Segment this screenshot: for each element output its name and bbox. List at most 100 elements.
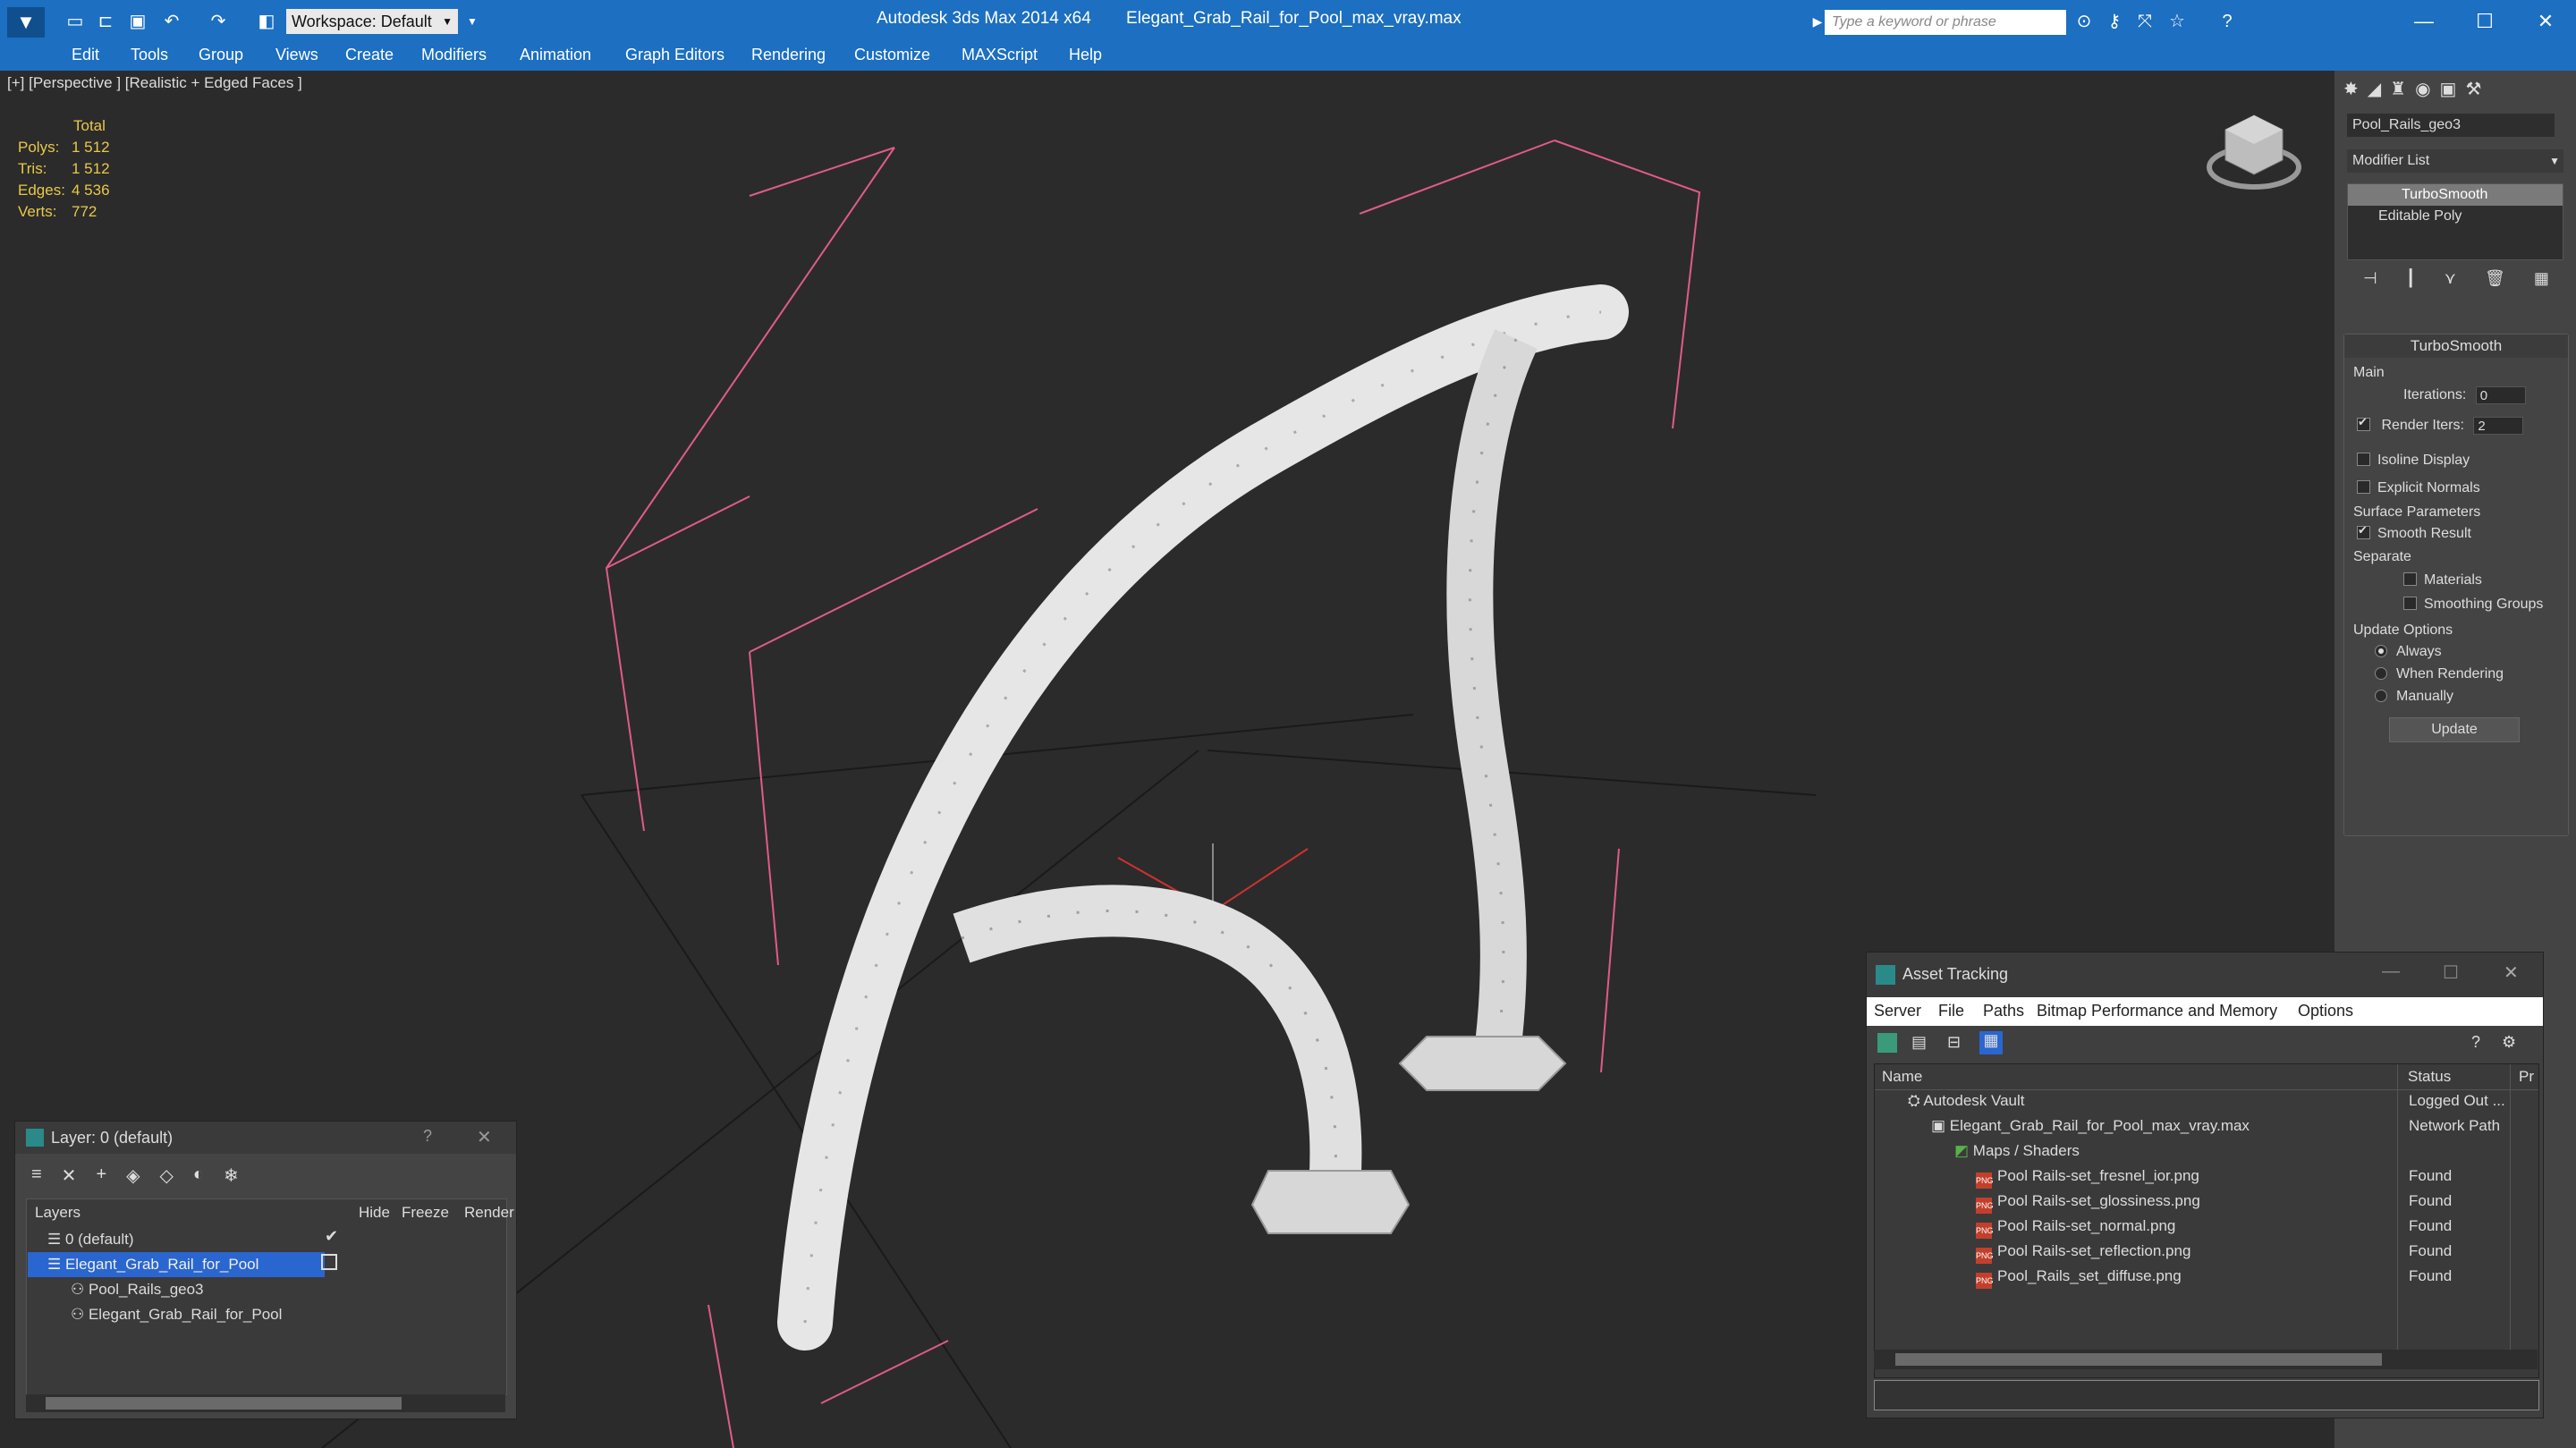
- layer-row[interactable]: ☰ 0 (default): [47, 1227, 134, 1252]
- refresh-icon[interactable]: [1877, 1033, 1897, 1053]
- menu-options[interactable]: Options: [2298, 1002, 2353, 1020]
- motion-tab-icon[interactable]: ◉: [2415, 78, 2430, 106]
- menu-group[interactable]: Group: [199, 46, 243, 64]
- hide-all-icon[interactable]: ◐: [193, 1164, 204, 1187]
- isoline-display-option[interactable]: Isoline Display: [2357, 453, 2470, 469]
- create-tab-icon[interactable]: ✸: [2343, 78, 2359, 106]
- modifier-list-dropdown[interactable]: Modifier List ▼: [2347, 149, 2563, 173]
- asset-row[interactable]: PNG Pool Rails-set_normal.png Found: [1876, 1214, 2532, 1239]
- col-status[interactable]: Status: [2408, 1068, 2451, 1086]
- layer-row-selected[interactable]: ☰ Elegant_Grab_Rail_for_Pool: [28, 1252, 325, 1277]
- explicit-normals-checkbox[interactable]: [2357, 480, 2370, 494]
- minimize-button[interactable]: —: [2382, 961, 2400, 982]
- exchange-icon[interactable]: ⤧: [2134, 11, 2156, 32]
- asset-row[interactable]: PNG Pool_Rails_set_diffuse.png Found: [1876, 1264, 2532, 1289]
- smooth-result-option[interactable]: Smooth Result: [2357, 523, 2471, 542]
- redo-icon[interactable]: ↷: [208, 11, 229, 32]
- scrollbar-thumb[interactable]: [46, 1397, 402, 1410]
- pin-stack-icon[interactable]: ⊣: [2363, 269, 2377, 294]
- menu-bitmap-performance[interactable]: Bitmap Performance and Memory: [2037, 1002, 2277, 1020]
- menu-animation[interactable]: Animation: [520, 46, 591, 64]
- quick-access-dropdown-icon[interactable]: ▼: [462, 11, 483, 32]
- hierarchy-tab-icon[interactable]: ♜: [2390, 78, 2406, 106]
- path-field[interactable]: [1874, 1380, 2539, 1410]
- asset-row[interactable]: ▣ Elegant_Grab_Rail_for_Pool_max_vray.ma…: [1876, 1114, 2532, 1139]
- settings-icon[interactable]: ⚙: [2502, 1033, 2516, 1052]
- object-name-field[interactable]: Pool_Rails_geo3: [2347, 114, 2555, 137]
- workspace-dropdown[interactable]: Workspace: Default ▼: [286, 9, 458, 34]
- always-radio[interactable]: [2375, 645, 2387, 657]
- materials-option[interactable]: Materials: [2403, 572, 2482, 589]
- menu-file[interactable]: File: [1938, 1002, 1964, 1020]
- col-freeze[interactable]: Freeze: [402, 1204, 449, 1222]
- manually-radio[interactable]: [2375, 690, 2387, 702]
- table-view-icon[interactable]: ▦: [1979, 1031, 2003, 1054]
- update-button[interactable]: Update: [2389, 717, 2520, 742]
- menu-modifiers[interactable]: Modifiers: [421, 46, 487, 64]
- undo-icon[interactable]: ↶: [161, 11, 182, 32]
- manually-option[interactable]: Manually: [2375, 689, 2453, 705]
- viewport-label[interactable]: [+] [Perspective ] [Realistic + Edged Fa…: [7, 74, 302, 92]
- help-icon[interactable]: ?: [2216, 11, 2238, 32]
- stack-item-editable-poly[interactable]: Editable Poly: [2348, 206, 2563, 227]
- when-rendering-option[interactable]: When Rendering: [2375, 666, 2504, 682]
- isoline-checkbox[interactable]: [2357, 453, 2370, 466]
- remove-modifier-icon[interactable]: 🗑: [2485, 269, 2505, 294]
- smooth-result-checkbox[interactable]: [2357, 523, 2370, 539]
- help-icon[interactable]: ?: [423, 1127, 432, 1146]
- make-unique-icon[interactable]: ⋎: [2445, 269, 2456, 294]
- asset-row[interactable]: PNG Pool Rails-set_glossiness.png Found: [1876, 1189, 2532, 1214]
- horizontal-scrollbar[interactable]: [26, 1394, 505, 1412]
- explicit-normals-option[interactable]: Explicit Normals: [2357, 480, 2480, 496]
- search-input[interactable]: Type a keyword or phrase: [1825, 10, 2066, 35]
- show-end-result-icon[interactable]: ┃: [2406, 269, 2416, 294]
- col-name[interactable]: Name: [1882, 1068, 1922, 1086]
- render-iters-spinner[interactable]: 2: [2473, 417, 2524, 435]
- col-render[interactable]: Render: [464, 1204, 514, 1222]
- configure-modifier-sets-icon[interactable]: ▦: [2534, 269, 2549, 294]
- col-extra[interactable]: Pr: [2519, 1068, 2534, 1086]
- asset-row[interactable]: ◩ Maps / Shaders: [1876, 1139, 2532, 1164]
- make-current-checkbox[interactable]: [321, 1254, 337, 1270]
- current-layer-check-icon[interactable]: ✔: [325, 1227, 338, 1246]
- menu-edit[interactable]: Edit: [72, 46, 99, 64]
- menu-rendering[interactable]: Rendering: [751, 46, 826, 64]
- horizontal-scrollbar[interactable]: [1874, 1350, 2538, 1369]
- col-hide[interactable]: Hide: [359, 1204, 390, 1222]
- utilities-tab-icon[interactable]: ⚒: [2465, 78, 2481, 106]
- stack-item-turbosmooth[interactable]: TurboSmooth: [2348, 184, 2563, 206]
- app-logo-icon[interactable]: ▼: [7, 7, 45, 38]
- menu-help[interactable]: Help: [1069, 46, 1102, 64]
- materials-checkbox[interactable]: [2403, 572, 2417, 586]
- close-button[interactable]: ✕: [2504, 961, 2519, 984]
- iterations-spinner[interactable]: 0: [2475, 386, 2526, 404]
- viewcube-icon[interactable]: [2200, 106, 2308, 196]
- maximize-button[interactable]: ☐: [2467, 4, 2503, 39]
- asset-row[interactable]: PNG Pool Rails-set_reflection.png Found: [1876, 1239, 2532, 1264]
- menu-customize[interactable]: Customize: [854, 46, 930, 64]
- asset-window-header[interactable]: Asset Tracking — ☐ ✕: [1867, 953, 2543, 997]
- layer-object-row[interactable]: ⚇ Elegant_Grab_Rail_for_Pool: [71, 1302, 282, 1327]
- create-layer-icon[interactable]: ≡: [31, 1164, 42, 1187]
- favorites-star-icon[interactable]: ☆: [2166, 11, 2188, 32]
- asset-row[interactable]: ⛭ Autodesk Vault Logged Out ...: [1876, 1088, 2532, 1114]
- menu-paths[interactable]: Paths: [1983, 1002, 2024, 1020]
- new-file-icon[interactable]: ▭: [64, 11, 86, 32]
- detail-view-icon[interactable]: ⊟: [1947, 1033, 1961, 1052]
- project-folder-icon[interactable]: ◧: [256, 11, 277, 32]
- add-to-layer-icon[interactable]: +: [96, 1164, 106, 1187]
- binoculars-icon[interactable]: ⊙: [2073, 11, 2095, 32]
- close-button[interactable]: ✕: [2528, 4, 2563, 39]
- highlight-layer-icon[interactable]: ◇: [160, 1164, 174, 1187]
- delete-layer-icon[interactable]: ✕: [62, 1164, 77, 1187]
- scrollbar-thumb[interactable]: [1895, 1353, 2382, 1366]
- maximize-button[interactable]: ☐: [2443, 961, 2459, 984]
- save-icon[interactable]: ▣: [127, 11, 148, 32]
- layer-window-header[interactable]: Layer: 0 (default) ? ✕: [15, 1122, 516, 1154]
- menu-create[interactable]: Create: [345, 46, 394, 64]
- smoothing-groups-checkbox[interactable]: [2403, 597, 2417, 610]
- display-tab-icon[interactable]: ▣: [2440, 78, 2457, 106]
- col-layers[interactable]: Layers: [35, 1204, 80, 1222]
- select-objects-icon[interactable]: ◈: [126, 1164, 140, 1187]
- key-icon[interactable]: ⚷: [2104, 11, 2125, 32]
